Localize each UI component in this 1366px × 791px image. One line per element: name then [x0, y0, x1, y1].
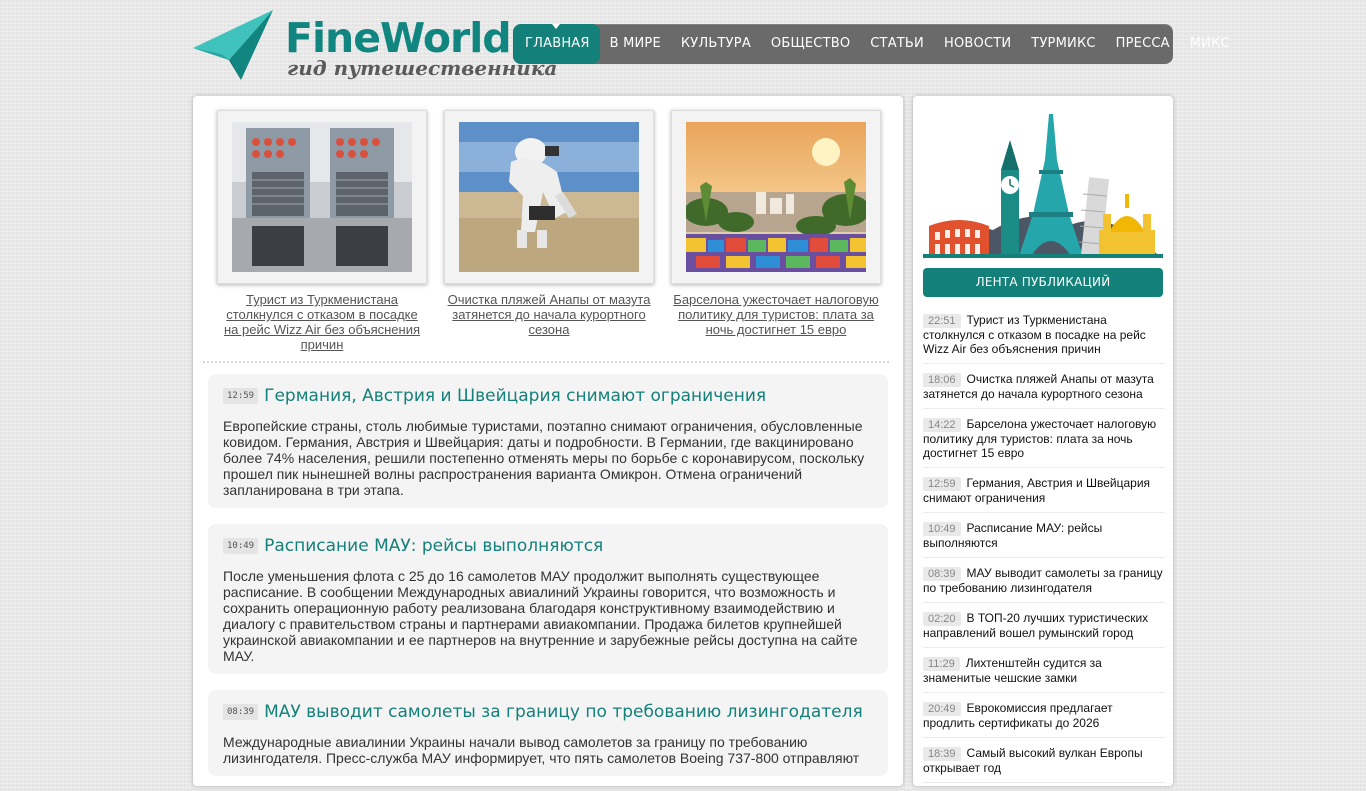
feed-time: 10:49 [923, 522, 961, 536]
feed-item[interactable]: 02:20 В ТОП-20 лучших туристических напра… [923, 611, 1165, 648]
article-summary: Международные авиалинии Украины начали в… [223, 734, 860, 766]
article-summary: Европейские страны, столь любимые турист… [223, 418, 865, 498]
featured-image-frame[interactable] [671, 110, 881, 284]
barcelona-park-image[interactable] [686, 122, 866, 272]
eiffel-tower-icon [1019, 114, 1083, 256]
article-header: 10:49 Расписание МАУ: рейсы выполняются [223, 534, 873, 558]
article-time: 10:49 [223, 538, 259, 554]
feed-time: 11:29 [923, 657, 960, 671]
article-title-link[interactable]: Германия, Австрия и Швейцария снимают ог… [264, 384, 766, 408]
nav-item-turmix[interactable]: ТУРМИКС [1021, 24, 1105, 64]
nav-item-culture[interactable]: КУЛЬТУРА [671, 24, 761, 64]
feed-item[interactable]: 11:29 Лихтенштейн судится за знаменитые ч… [923, 656, 1165, 693]
article-header: 12:59 Германия, Австрия и Швейцария сним… [223, 384, 873, 408]
nav-item-press[interactable]: ПРЕССА [1106, 24, 1180, 64]
logo-title: FineWorld [285, 14, 512, 62]
feed-time: 18:06 [923, 373, 961, 387]
feed-item[interactable]: 12:59 Германия, Австрия и Швейцария снима… [923, 476, 1165, 513]
site-logo[interactable]: FineWorld гид путешественника [193, 8, 557, 84]
article-title-link[interactable]: МАУ выводит самолеты за границу по требо… [264, 700, 863, 724]
airport-gates-image[interactable] [232, 122, 412, 272]
feed-time: 20:49 [923, 702, 961, 716]
feed-title: ЛЕНТА ПУБЛИКАЦИЙ [923, 268, 1163, 297]
article-card: 08:39 МАУ выводит самолеты за границу по… [208, 690, 888, 776]
paper-plane-icon [193, 10, 273, 80]
featured-link[interactable]: Турист из Туркменистана столкнулся с отк… [217, 292, 427, 352]
feed-time: 02:20 [923, 612, 961, 626]
nav-item-world[interactable]: В МИРЕ [600, 24, 671, 64]
main-nav: ГЛАВНАЯ В МИРЕ КУЛЬТУРА ОБЩЕСТВО СТАТЬИ … [513, 24, 1230, 64]
church-dome-icon [1099, 194, 1155, 256]
nav-item-society[interactable]: ОБЩЕСТВО [761, 24, 860, 64]
feed-time: 14:22 [923, 418, 961, 432]
sidebar: ЛЕНТА ПУБЛИКАЦИЙ 22:51 Турист из Туркмени… [913, 96, 1173, 786]
dotted-divider [203, 361, 889, 363]
publication-feed: 22:51 Турист из Туркменистана столкнулся … [923, 313, 1165, 791]
featured-image-frame[interactable] [444, 110, 654, 284]
featured-card: Барселона ужесточает налоговую политику … [671, 110, 881, 337]
nav-item-articles[interactable]: СТАТЬИ [860, 24, 934, 64]
main-content: Турист из Туркменистана столкнулся с отк… [193, 96, 903, 786]
featured-image-frame[interactable] [217, 110, 427, 284]
article-title-link[interactable]: Расписание МАУ: рейсы выполняются [264, 534, 603, 558]
nav-item-home[interactable]: ГЛАВНАЯ [513, 24, 600, 64]
feed-item[interactable]: 18:39 Самый высокий вулкан Европы открыва… [923, 746, 1165, 783]
article-summary: После уменьшения флота с 25 до 16 самоле… [223, 568, 858, 664]
featured-card: Очистка пляжей Анапы от мазута затянется… [444, 110, 654, 337]
colosseum-icon [929, 220, 989, 256]
nav-item-mix[interactable]: МИКС [1180, 24, 1240, 64]
featured-card: Турист из Туркменистана столкнулся с отк… [217, 110, 427, 352]
feed-time: 08:39 [923, 567, 961, 581]
nav-item-news[interactable]: НОВОСТИ [934, 24, 1021, 64]
feed-time: 12:59 [923, 477, 961, 491]
featured-link[interactable]: Очистка пляжей Анапы от мазута затянется… [444, 292, 654, 337]
featured-articles: Турист из Туркменистана столкнулся с отк… [217, 110, 887, 352]
beach-cleanup-image[interactable] [459, 122, 639, 272]
feed-time: 22:51 [923, 314, 961, 328]
landmarks-illustration [923, 110, 1163, 260]
article-card: 10:49 Расписание МАУ: рейсы выполняются … [208, 524, 888, 674]
feed-item[interactable]: 14:22 Барселона ужесточает налоговую поли… [923, 417, 1165, 468]
feed-item[interactable]: 08:39 МАУ выводит самолеты за границу по … [923, 566, 1165, 603]
article-card: 12:59 Германия, Австрия и Швейцария сним… [208, 374, 888, 508]
article-time: 12:59 [223, 388, 259, 404]
feed-item[interactable]: 20:49 Еврокомиссия предлагает продлить се… [923, 701, 1165, 738]
article-header: 08:39 МАУ выводит самолеты за границу по… [223, 700, 873, 724]
featured-link[interactable]: Барселона ужесточает налоговую политику … [671, 292, 881, 337]
feed-item[interactable]: 22:51 Турист из Туркменистана столкнулся … [923, 313, 1165, 364]
page: FineWorld гид путешественника ГЛАВНАЯ В … [193, 0, 1230, 786]
feed-item[interactable]: 10:49 Расписание МАУ: рейсы выполняются [923, 521, 1165, 558]
feed-item[interactable]: 18:06 Очистка пляжей Анапы от мазута затя… [923, 372, 1165, 409]
feed-time: 18:39 [923, 747, 961, 761]
big-ben-icon [1001, 140, 1019, 256]
article-time: 08:39 [223, 704, 259, 720]
